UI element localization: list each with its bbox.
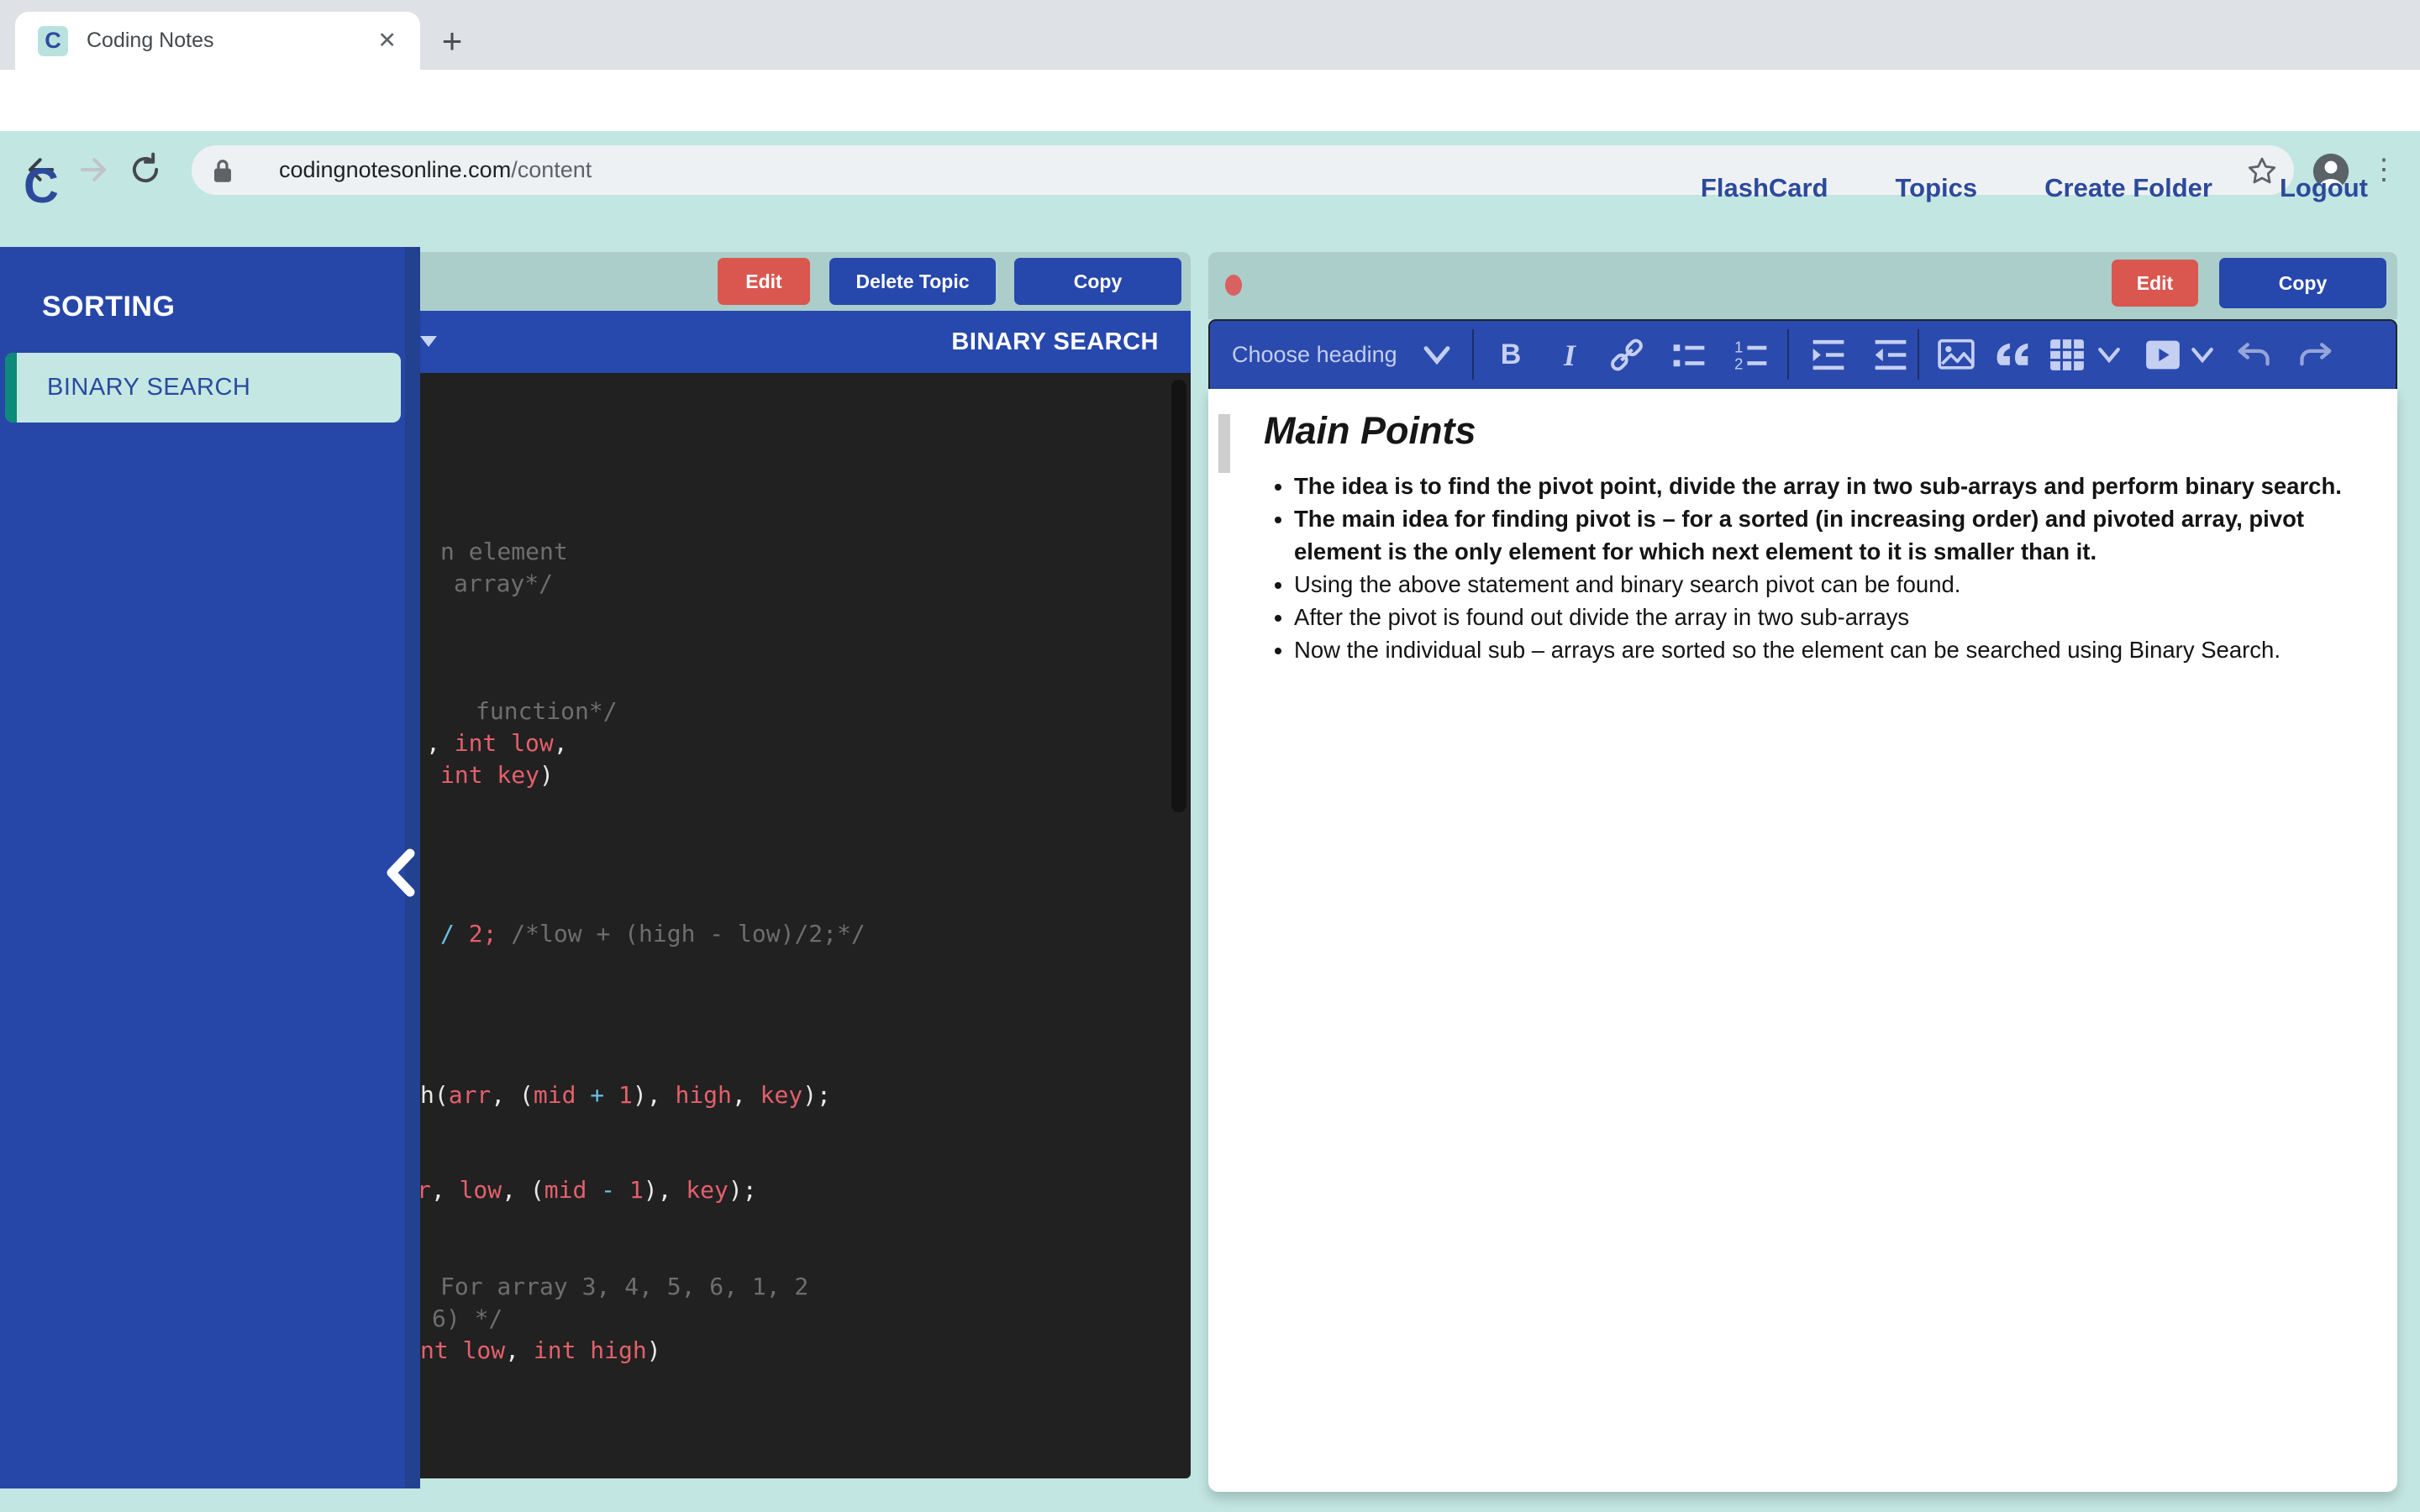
code-line: For array 3, 4, 5, 6, 1, 2 [440,1273,808,1300]
block-quote-icon[interactable] [1993,321,2037,389]
heading-dropdown-label: Choose heading [1232,342,1397,368]
note-bullet: After the pivot is found out divide the … [1294,601,2386,633]
topic-panel: Edit Delete Topic Copy BINARY SEARCH n e… [403,252,1191,1478]
svg-text:1: 1 [1734,338,1743,355]
heading-quote-bar [1218,414,1230,473]
link-icon[interactable] [1605,321,1649,389]
redo-icon[interactable] [2292,321,2336,389]
code-line: / 2; /*low + (high - low)/2;*/ [440,920,865,948]
image-icon[interactable] [1934,321,1978,389]
sidebar-item-label: BINARY SEARCH [47,374,250,402]
nav-topics[interactable]: Topics [1896,173,1978,203]
undo-icon[interactable] [2233,321,2277,389]
forward-icon[interactable] [76,152,111,187]
new-tab-button[interactable]: + [433,22,471,60]
code-line: , int low, [426,729,568,757]
topic-edit-button[interactable]: Edit [718,258,810,305]
bold-icon[interactable]: B [1492,321,1529,389]
nav-create-folder[interactable]: Create Folder [2044,173,2212,203]
topic-panel-header: Edit Delete Topic Copy [403,252,1191,311]
status-dot [1225,275,1242,296]
url-text: codingnotesonline.com/content [279,157,592,183]
active-accent-bar [5,353,17,423]
browser-tab[interactable]: C Coding Notes ✕ [15,12,420,70]
topic-delete-button[interactable]: Delete Topic [829,258,996,305]
favicon: C [38,26,68,56]
topic-title: BINARY SEARCH [951,311,1159,373]
chevron-down-icon[interactable] [2190,321,2215,389]
notes-copy-button[interactable]: Copy [2219,258,2386,308]
toolbar-separator [1787,329,1789,380]
tab-title: Coding Notes [87,29,377,53]
note-bullet-list: The idea is to find the pivot point, div… [1264,470,2386,666]
topic-titlebar: BINARY SEARCH [403,311,1191,373]
code-line: 6) */ [432,1305,502,1332]
media-icon[interactable] [2141,321,2185,389]
favicon-letter: C [45,28,61,54]
bulleted-list-icon[interactable] [1667,321,1711,389]
indent-icon[interactable] [1807,321,1850,389]
notes-edit-button[interactable]: Edit [2112,260,2198,307]
table-icon[interactable] [2045,321,2089,389]
note-bullet: Now the individual sub – arrays are sort… [1294,633,2386,666]
outdent-icon[interactable] [1869,321,1912,389]
notes-editor[interactable]: Main Points The idea is to find the pivo… [1208,389,2397,1492]
sidebar-item-binary-search[interactable]: BINARY SEARCH [5,353,401,423]
svg-text:2: 2 [1734,354,1743,372]
note-heading: Main Points [1264,409,1476,453]
screen: C Coding Notes ✕ + codingnotesonline.com… [0,0,2420,1512]
browser-menu-icon[interactable]: ⋮ [2371,150,2396,190]
numbered-list-icon[interactable]: 1 2 [1729,321,1773,389]
collapse-sidebar-icon[interactable] [380,847,422,899]
notes-panel-header: Edit Copy [1208,252,2397,319]
browser-toolbar: codingnotesonline.com/content ⋮ [0,70,2420,131]
reload-icon[interactable] [128,152,163,187]
note-bullet: Using the above statement and binary sea… [1294,568,2386,601]
chevron-down-icon[interactable] [1422,321,1452,389]
nav-flashcard[interactable]: FlashCard [1701,173,1828,203]
url-path: /content [511,157,592,182]
note-bullet: The idea is to find the pivot point, div… [1294,470,2386,502]
code-line: array*/ [454,570,553,597]
chevron-down-icon[interactable] [2096,321,2122,389]
nav-logout[interactable]: Logout [2280,173,2368,203]
code-line: r, low, (mid - 1), key); [417,1176,757,1204]
code-line: int key) [440,761,554,789]
chevron-down-icon[interactable] [420,336,437,347]
browser-tabstrip: C Coding Notes ✕ + [0,0,2420,70]
topic-copy-button[interactable]: Copy [1014,258,1181,305]
app-logo[interactable]: C [24,158,59,214]
code-line: n element [440,538,568,565]
note-bullet: The main idea for finding pivot is – for… [1294,502,2386,568]
editor-toolbar: Choose heading B I 1 [1208,319,2397,391]
url-host: codingnotesonline.com [279,157,511,182]
toolbar-separator [1918,329,1919,380]
italic-icon[interactable]: I [1553,321,1586,389]
top-navigation: FlashCard Topics Create Folder Logout [1701,173,2368,203]
lock-icon [210,156,235,185]
folder-title: SORTING [42,291,175,323]
heading-dropdown[interactable]: Choose heading [1222,321,1425,389]
code-line: h(arr, (mid + 1), high, key); [420,1081,831,1109]
tab-close-icon[interactable]: ✕ [377,28,397,54]
notes-panel: Edit Copy Choose heading B I [1208,252,2397,1492]
toolbar-separator [1472,329,1474,380]
code-line: function*/ [476,697,618,725]
code-line: nt low, int high) [420,1336,661,1364]
code-scrollbar[interactable] [1171,380,1186,812]
sidebar: SORTING BINARY SEARCH [0,247,420,1488]
code-content[interactable]: n element array*/ function*/ , int low, int … [403,373,1191,1478]
